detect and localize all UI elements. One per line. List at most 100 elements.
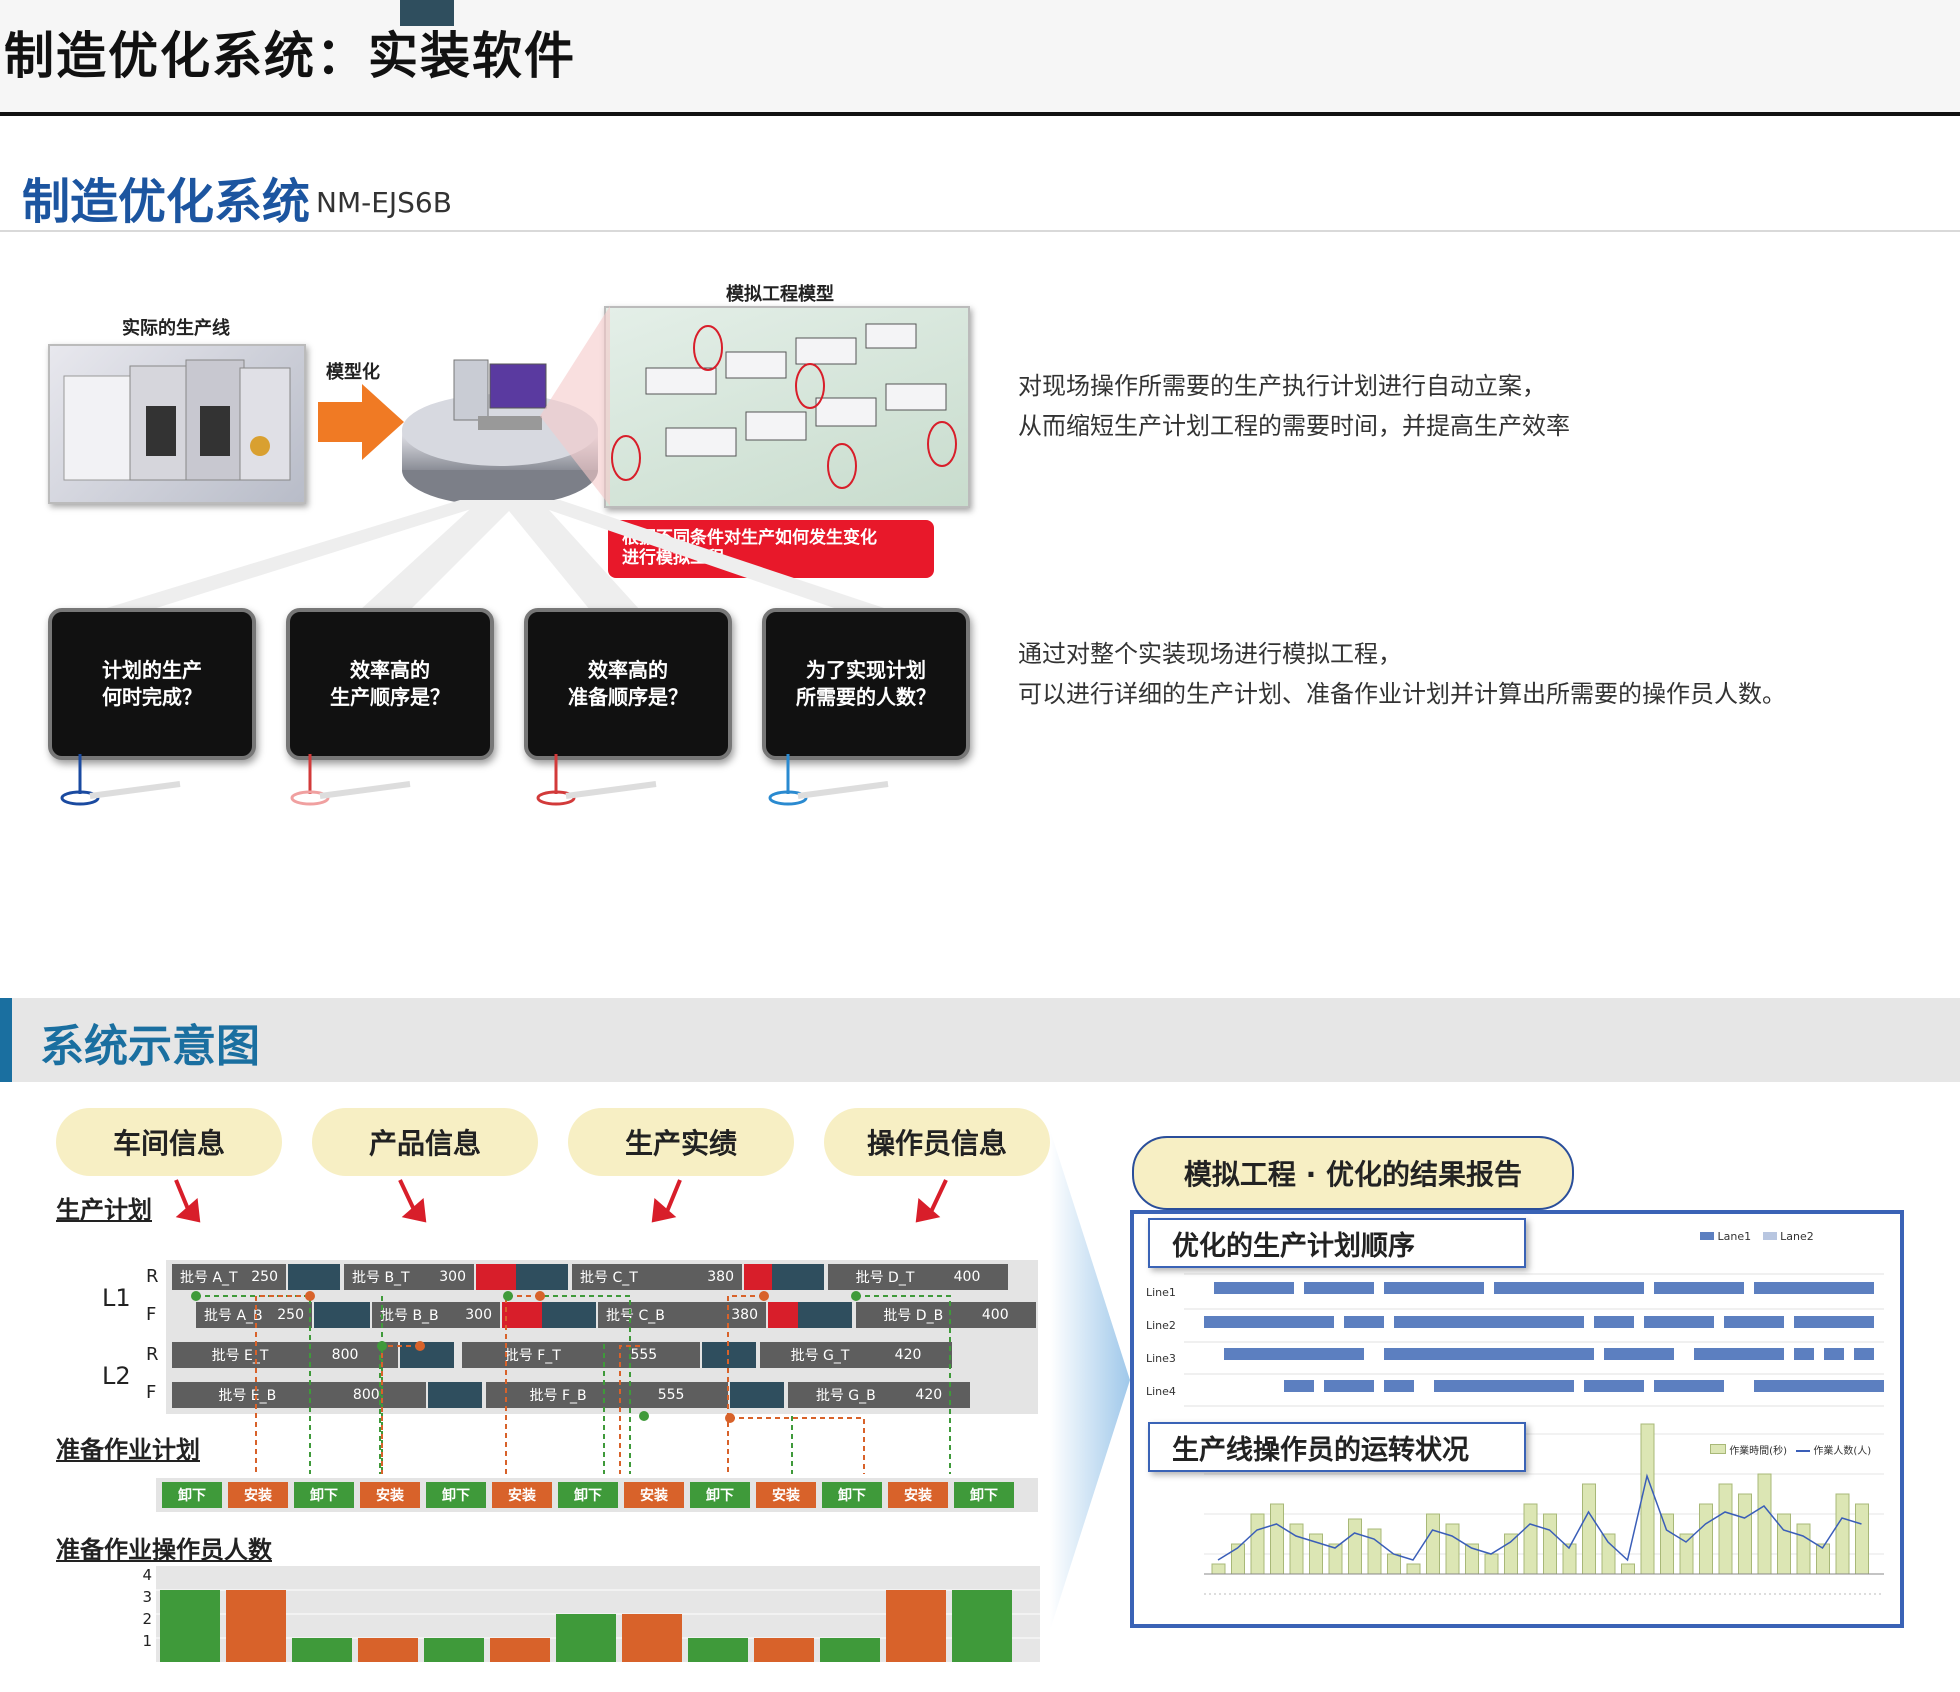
- prep-task: 卸下: [822, 1482, 882, 1508]
- gantt-bar: [1434, 1380, 1574, 1392]
- simulation-model-image: [604, 306, 970, 508]
- question-completion-time: 计划的生产 何时完成？: [48, 608, 256, 760]
- prep-task: 安装: [228, 1482, 288, 1508]
- flow-beam: [1050, 1130, 1130, 1630]
- ops-bar: [1445, 1523, 1460, 1575]
- pin-marker-icon: [768, 754, 889, 806]
- gantt-row-labels: Line1 Line2 Line3 Line4: [1146, 1276, 1176, 1408]
- lot-qty: 250: [251, 1269, 278, 1285]
- ops-bar: [1699, 1503, 1713, 1575]
- page-title: 制造优化系统：实装软件: [4, 27, 576, 85]
- legend-offline-wait: 离线准备待机时间: [646, 1226, 822, 1252]
- ops-bar: [1855, 1503, 1869, 1575]
- gantt-bar: [1204, 1316, 1334, 1328]
- pin-marker-icon: [60, 754, 181, 806]
- staff-bar: [424, 1638, 484, 1662]
- legend-label: 作業時間(秒): [1729, 1446, 1787, 1457]
- staff-bar: [556, 1614, 616, 1662]
- gantt-bar: [1794, 1316, 1874, 1328]
- ops-bar: [1484, 1553, 1499, 1575]
- description-2: 通过对整个实装现场进行模拟工程， 可以进行详细的生产计划、准备作业计划并计算出所…: [1018, 634, 1786, 714]
- staff-bar-chart: [156, 1566, 1040, 1662]
- gantt-bar: [1344, 1316, 1384, 1328]
- staff-bar: [820, 1638, 880, 1662]
- pin-marker-icon: [536, 754, 657, 806]
- legend-swatch: [1710, 1444, 1726, 1454]
- question-setup-order: 效率高的 准备顺序是？: [524, 608, 732, 760]
- ops-bar: [1211, 1563, 1226, 1575]
- legend-changeover: 机种切换时间: [280, 1226, 420, 1252]
- pin-marker-icon: [290, 754, 411, 806]
- divider: [0, 230, 1960, 232]
- ops-bar: [1757, 1473, 1772, 1575]
- gantt-bar: [1754, 1380, 1884, 1392]
- product-title: 制造优化系统: [22, 174, 311, 230]
- line-l2-label: L2: [102, 1362, 131, 1390]
- lot-bar: 批号 C_T 380: [572, 1264, 742, 1290]
- gantt-bar: [1324, 1380, 1374, 1392]
- side-r-label: R: [146, 1266, 159, 1287]
- gantt-bar: [1794, 1348, 1814, 1360]
- staff-bar: [160, 1590, 220, 1662]
- row-label: Line4: [1146, 1385, 1176, 1398]
- ops-bar: [1250, 1513, 1265, 1575]
- legend-swatch: [1762, 1232, 1777, 1240]
- gantt-bar: [1644, 1316, 1714, 1328]
- light-rays: [100, 500, 890, 610]
- dependency-lines: [191, 1291, 951, 1474]
- legend-label: Lane2: [1780, 1230, 1814, 1243]
- ops-bar: [1621, 1563, 1635, 1575]
- projection-beam: [540, 306, 610, 506]
- prep-task: 卸下: [162, 1482, 222, 1508]
- lot-qty: 300: [439, 1269, 466, 1285]
- ops-bar: [1406, 1563, 1421, 1575]
- question-required-staff: 为了实现计划 所需要的人数？: [762, 608, 970, 760]
- production-plan-label: 生产计划: [56, 1196, 152, 1224]
- staff-bar: [754, 1638, 814, 1662]
- legend-install: 安装元件: [538, 1226, 638, 1252]
- operators-subtitle: 生产线操作员的运转状况: [1148, 1422, 1526, 1472]
- changeover-block: [400, 0, 454, 26]
- prep-task: 卸下: [294, 1482, 354, 1508]
- input-arrows: [174, 1179, 948, 1223]
- side-f-label: F: [146, 1304, 157, 1325]
- machine-illustration: [63, 359, 291, 481]
- production-line-photo: [48, 344, 306, 504]
- prep-plan-label: 准备作业计划: [56, 1436, 200, 1464]
- lot-bar: 批号 D_T 400: [828, 1264, 1008, 1290]
- prep-task: 卸下: [954, 1482, 1014, 1508]
- question-production-order: 效率高的 生产顺序是？: [286, 608, 494, 760]
- prep-task: 卸下: [558, 1482, 618, 1508]
- ops-bar: [1835, 1493, 1850, 1575]
- legend-label: 安装元件: [557, 1230, 618, 1249]
- operators-legend: 作業時間(秒) 作業人数(人): [1710, 1442, 1871, 1457]
- lot-name: 批号 C_T: [580, 1270, 638, 1286]
- prep-task: 安装: [756, 1482, 816, 1508]
- staff-bar: [292, 1638, 352, 1662]
- gantt-bar: [1394, 1316, 1584, 1328]
- legend-label: 机种切换时间: [304, 1230, 395, 1249]
- gantt-bar: [1384, 1348, 1594, 1360]
- description-line: 对现场操作所需要的生产执行计划进行自动立案，: [1018, 372, 1546, 400]
- legend-swatch: [1796, 1450, 1811, 1452]
- lot-qty: 380: [707, 1269, 734, 1285]
- input-production-results: 生产实绩: [568, 1108, 794, 1176]
- staff-bar: [886, 1590, 946, 1662]
- description-1: 对现场操作所需要的生产执行计划进行自动立案， 从而缩短生产计划工程的需要时间，并…: [1018, 366, 1570, 446]
- gantt-bar: [1854, 1348, 1874, 1360]
- gantt-bar: [1214, 1282, 1294, 1294]
- staff-axis: 4 3 2 1: [132, 1564, 152, 1652]
- gantt-bar: [1284, 1380, 1314, 1392]
- pin-markers: [60, 754, 889, 806]
- ops-bar: [1367, 1528, 1382, 1575]
- prep-task: 安装: [492, 1482, 552, 1508]
- ops-bar: [1270, 1503, 1284, 1575]
- ops-bar: [1426, 1513, 1440, 1575]
- prep-task: 安装: [888, 1482, 948, 1508]
- side-r-label: R: [146, 1344, 159, 1365]
- row-label: Line1: [1146, 1286, 1176, 1299]
- ops-bar: [1718, 1483, 1733, 1575]
- staff-bar: [358, 1638, 418, 1662]
- offline-wait-block: [744, 1264, 772, 1290]
- report-title: 模拟工程 · 优化的结果报告: [1132, 1136, 1574, 1210]
